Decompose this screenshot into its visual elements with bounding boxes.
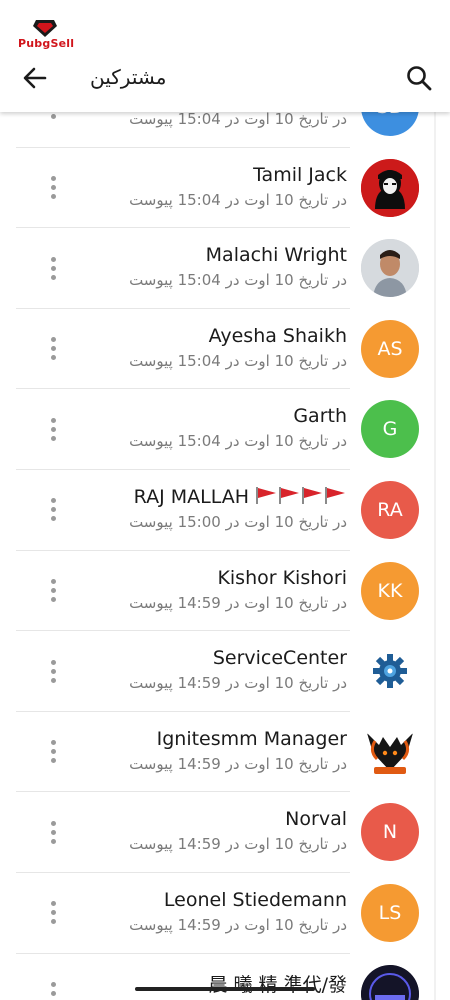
search-button[interactable] [404,63,434,93]
more-options-icon[interactable] [44,897,62,929]
more-options-icon[interactable] [44,333,62,365]
subscriber-row[interactable]: G Garth در تاریخ 10 اوت در 15:04 پیوست [0,389,450,470]
more-options-icon[interactable] [44,494,62,526]
joined-date: در تاریخ 10 اوت در 14:59 پیوست [129,674,347,693]
joined-date: در تاریخ 10 اوت در 15:04 پیوست [129,271,347,290]
subscriber-row[interactable]: SD در تاریخ 10 اوت در 15:04 پیوست [0,112,450,148]
subscriber-name-text: Garth [293,405,347,428]
subscriber-list: SDدر تاریخ 10 اوت در 15:04 پیوستTamil Ja… [0,112,450,1000]
more-options-icon[interactable] [44,736,62,768]
joined-date: در تاریخ 10 اوت در 14:59 پیوست [129,915,347,934]
avatar-initials: N [382,821,398,844]
subscriber-row[interactable]: LS Leonel Stiedemann در تاریخ 10 اوت در 14… [0,873,450,954]
subscriber-name-text: Norval [285,808,347,831]
joined-date: در تاریخ 10 اوت در 14:59 پیوست [129,593,347,612]
subscriber-name-text: 晨 曦 精 準代/發 [208,973,347,996]
joined-date: در تاریخ 10 اوت در 14:59 پیوست [129,835,347,854]
more-options-icon[interactable] [44,978,62,1000]
more-options-icon[interactable] [44,172,62,204]
subscriber-name: Ignitesmm Manager [157,728,347,750]
avatar-initials: KK [377,579,403,602]
subscriber-name: Tamil Jack [253,164,347,186]
subscriber-name: Norval [285,808,347,830]
subscriber-name-text: Ayesha Shaikh [208,324,347,347]
joined-date: در تاریخ 10 اوت در 14:59 پیوست [129,754,347,773]
subscriber-row[interactable]: KK Kishor Kishori در تاریخ 10 اوت در 14:59… [0,551,450,632]
avatar[interactable] [361,239,419,298]
joined-date: در تاریخ 10 اوت در 15:04 پیوست [129,351,347,370]
subscriber-name-text: Tamil Jack [253,163,347,186]
more-options-icon[interactable] [44,413,62,445]
avatar-initials: RA [377,498,403,521]
subscriber-name: Ayesha Shaikh [209,325,347,347]
avatar[interactable]: LS [361,883,419,942]
avatar[interactable]: RA [361,480,419,539]
subscriber-name: ServiceCenter [213,647,347,669]
more-options-icon[interactable] [44,816,62,848]
more-options-icon[interactable] [44,575,62,607]
subscriber-name: Malachi Wright [206,244,347,266]
joined-date: در تاریخ 10 اوت در 15:04 پیوست [129,432,347,451]
avatar-initials: SD [377,112,404,118]
subscriber-row[interactable]: ServiceCenter در تاریخ 10 اوت در 14:59 پی… [0,631,450,712]
subscriber-name: Kishor Kishori [217,567,347,589]
avatar-initials: LS [378,901,402,924]
subscriber-name-text: ServiceCenter [212,647,347,670]
avatar[interactable] [361,722,419,781]
avatar[interactable] [361,158,419,217]
subscriber-row[interactable]: Tamil Jack در تاریخ 10 اوت در 15:04 پیوست [0,148,450,229]
avatar-initials: G [382,418,398,441]
avatar-initials: AS [377,337,403,360]
joined-date: در تاریخ 10 اوت در 15:04 پیوست [129,190,347,209]
flag-emoji-icon [255,486,347,509]
avatar[interactable] [361,642,419,701]
back-button[interactable] [20,63,50,93]
more-options-icon[interactable] [44,112,62,123]
more-options-icon[interactable] [44,655,62,687]
app-bar: PubgSell مشترکین [0,0,450,112]
brand-emblem-icon [33,20,57,37]
joined-date: در تاریخ 10 اوت در 15:04 پیوست [129,112,347,128]
avatar[interactable]: N [361,803,419,862]
subscriber-name-text: Ignitesmm Manager [156,727,347,750]
arrow-back-icon [23,67,47,89]
avatar[interactable]: AS [361,319,419,378]
subscriber-name-text: Leonel Stiedemann [163,888,347,911]
more-options-icon[interactable] [44,252,62,284]
home-indicator[interactable] [135,987,315,991]
subscriber-name: Leonel Stiedemann [164,889,347,911]
subscriber-name-text: RAJ MALLAH [133,485,249,508]
brand-logo: PubgSell [18,18,74,52]
subscriber-row[interactable]: N Norval در تاریخ 10 اوت در 14:59 پیوست [0,792,450,873]
subscriber-row[interactable]: Malachi Wright در تاریخ 10 اوت در 15:04 پ… [0,228,450,309]
avatar[interactable] [361,964,419,1000]
avatar[interactable]: SD [361,112,419,136]
subscriber-name-text: Kishor Kishori [217,566,347,589]
subscriber-name: 晨 曦 精 準代/發 [208,970,347,997]
subscriber-row[interactable]: RA RAJ MALLAH در تاریخ 10 اوت در 15:00 پیو… [0,470,450,551]
search-icon [407,66,432,91]
subscriber-row[interactable]: AS Ayesha Shaikh در تاریخ 10 اوت در 15:04 … [0,309,450,390]
subscriber-name: Garth [293,405,347,427]
brand-name: PubgSell [18,37,75,50]
avatar[interactable]: KK [361,561,419,620]
subscriber-row[interactable]: 晨 曦 精 準代/發 [0,954,450,1000]
joined-date: در تاریخ 10 اوت در 15:00 پیوست [129,512,347,531]
avatar[interactable]: G [361,400,419,459]
subscriber-name: RAJ MALLAH [134,486,347,509]
subscriber-row[interactable]: Ignitesmm Manager در تاریخ 10 اوت در 14:5… [0,712,450,793]
page-title: مشترکین [90,65,167,89]
subscriber-name-text: Malachi Wright [205,244,347,267]
